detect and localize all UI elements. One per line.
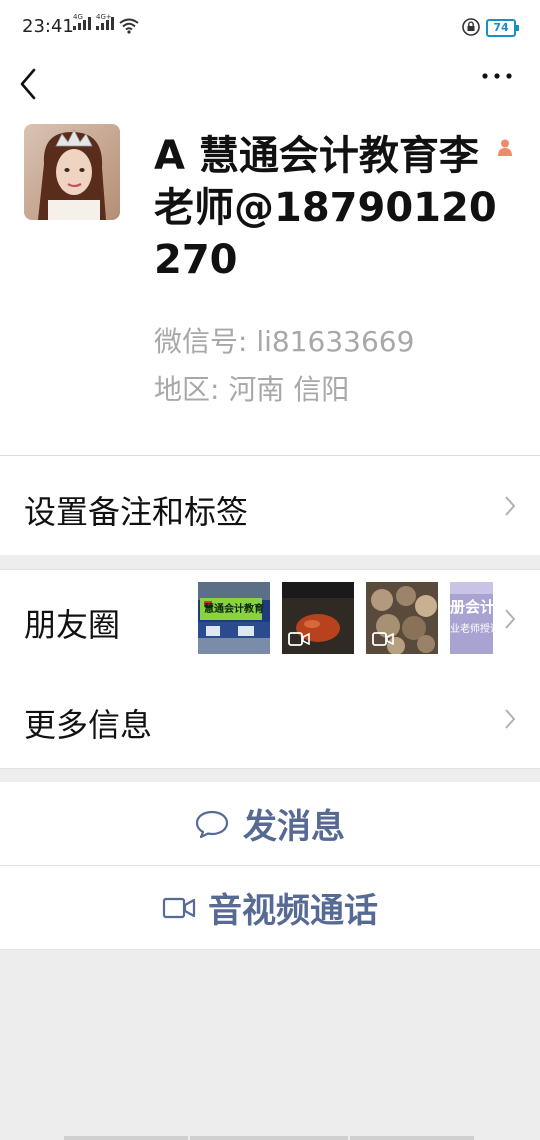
moments-row[interactable]: 朋友圈 慧通会计教育 册会计 业老师授 (0, 569, 540, 669)
avatar[interactable] (24, 124, 120, 220)
status-time: 23:41 (22, 16, 74, 37)
remark-tags-row[interactable]: 设置备注和标签 (0, 456, 540, 555)
back-arrow-icon[interactable] (18, 62, 42, 106)
profile-name: A 慧通会计教育李老师@18790120270 (154, 133, 497, 283)
wechat-id: 微信号: li81633669 (154, 325, 415, 358)
video-camera-icon (162, 897, 196, 918)
video-icon (372, 632, 394, 646)
moments-thumbnail-1[interactable]: 慧通会计教育 (198, 582, 270, 654)
gender-icon (498, 139, 512, 156)
chevron-right-icon (505, 609, 516, 629)
status-bar: 23:41 4G 4G+ 74 (0, 0, 540, 54)
more-info-row[interactable]: 更多信息 (0, 669, 540, 769)
moments-thumbnail-4[interactable]: 册会计 业老师授课 (450, 582, 493, 654)
wifi-icon (119, 18, 139, 34)
moments-label: 朋友圈 (24, 606, 121, 644)
signal-icon-2: 4G+ (96, 13, 114, 30)
system-nav-bar (190, 1136, 348, 1140)
video-icon (288, 632, 310, 646)
video-call-label: 音视频通话 (208, 891, 378, 931)
chevron-right-icon (505, 496, 516, 516)
more-options-icon[interactable] (480, 72, 514, 80)
chat-bubble-icon (195, 810, 229, 838)
remark-tags-label: 设置备注和标签 (24, 493, 249, 531)
system-nav-bar (350, 1136, 474, 1140)
moments-thumbnail-3[interactable] (366, 582, 438, 654)
thumbnail-1-text: 慧通会计教育 (204, 604, 264, 615)
profile-header: A 慧通会计教育李老师@18790120270 微信号: li81633669 … (0, 54, 540, 455)
system-nav-bar (64, 1136, 188, 1140)
video-call-button[interactable]: 音视频通话 (0, 866, 540, 949)
moments-thumbnail-2[interactable] (282, 582, 354, 654)
lock-rotation-icon (462, 18, 480, 36)
moments-group: 朋友圈 慧通会计教育 册会计 业老师授 更多信息 (0, 569, 540, 769)
thumbnail-4-line1: 册会计 (450, 598, 493, 616)
signal-icon: 4G (73, 13, 91, 30)
more-info-label: 更多信息 (24, 706, 153, 744)
thumbnail-4-line2: 业老师授课 (450, 624, 493, 635)
region: 地区: 河南 信阳 (154, 373, 350, 406)
chevron-right-icon (505, 709, 516, 729)
send-message-button[interactable]: 发消息 (0, 782, 540, 865)
battery-indicator: 74 (486, 19, 519, 37)
send-message-label: 发消息 (243, 807, 345, 847)
